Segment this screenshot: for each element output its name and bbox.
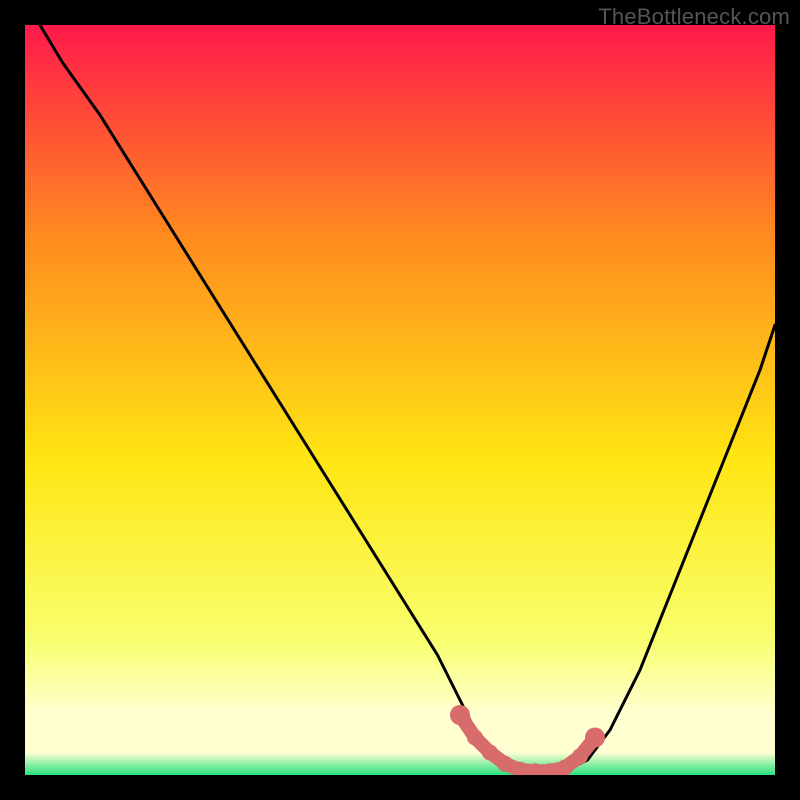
marker-dot [497, 756, 513, 772]
marker-dot [557, 760, 573, 776]
marker-dot [482, 745, 498, 761]
marker-dot [467, 730, 483, 746]
chart-svg [25, 25, 775, 775]
marker-dot [450, 705, 470, 725]
gradient-background [25, 25, 775, 775]
marker-dot [572, 748, 588, 764]
plot-area [25, 25, 775, 775]
marker-dot [585, 728, 605, 748]
chart-frame: TheBottleneck.com [0, 0, 800, 800]
